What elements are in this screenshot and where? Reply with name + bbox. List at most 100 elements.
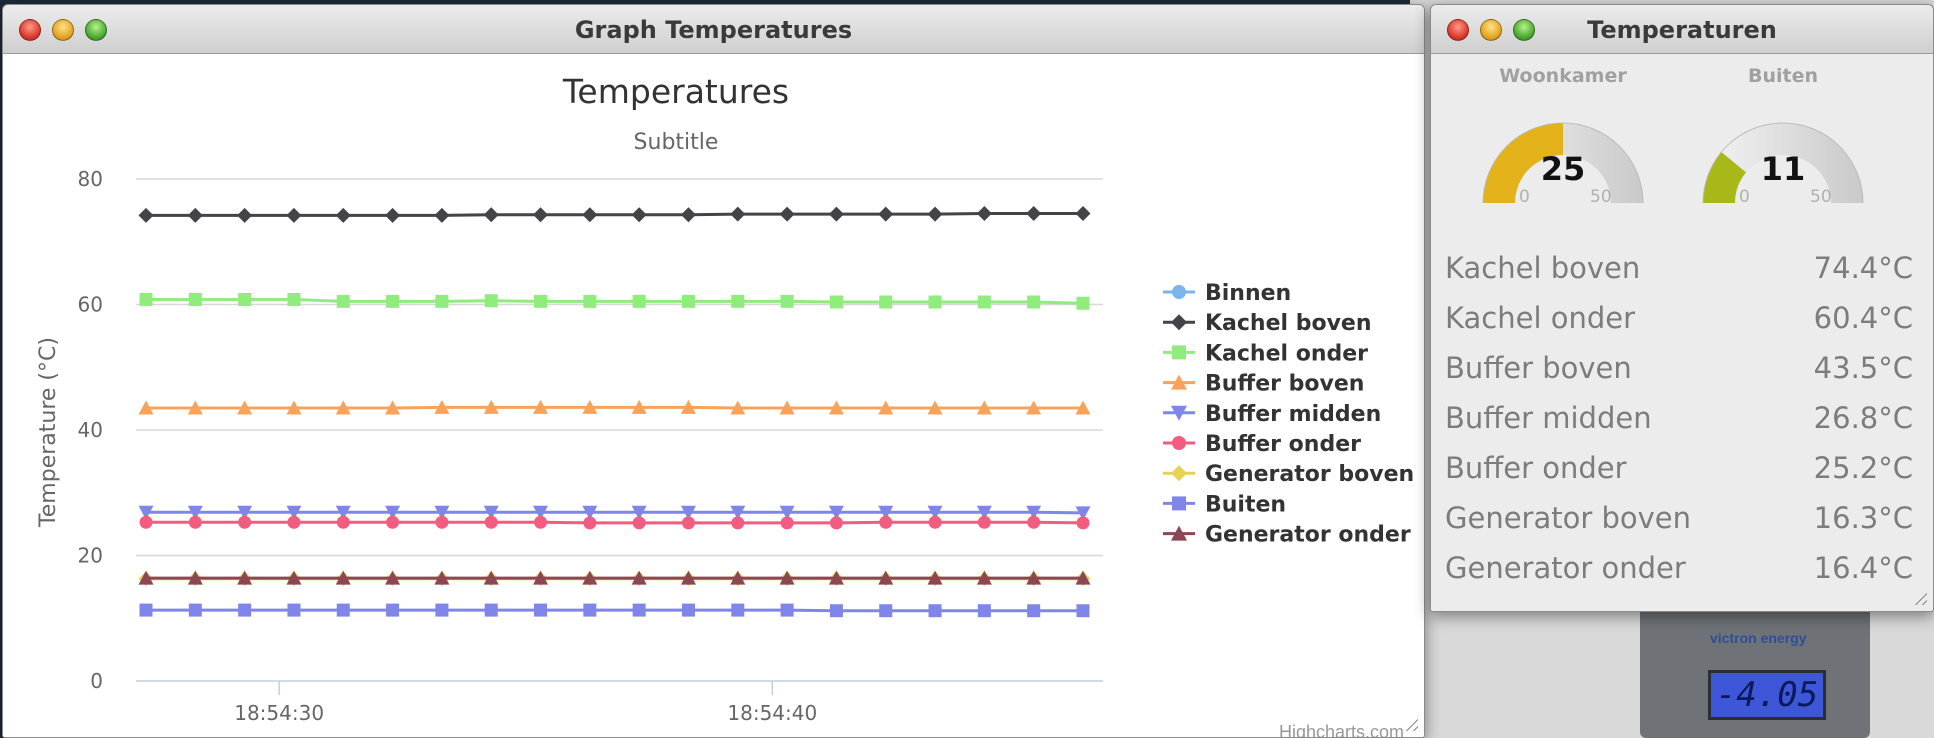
series-line[interactable] <box>146 212 1083 217</box>
legend-symbol[interactable] <box>1172 285 1186 299</box>
legend-label[interactable]: Buffer boven <box>1205 372 1364 397</box>
data-point[interactable] <box>286 207 302 223</box>
legend-symbol[interactable] <box>1172 496 1186 511</box>
data-point[interactable] <box>681 294 695 308</box>
data-point[interactable] <box>386 603 400 617</box>
data-point[interactable] <box>976 206 992 222</box>
data-point[interactable] <box>731 294 745 308</box>
graph-window-titlebar[interactable]: Graph Temperatures <box>3 5 1424 54</box>
data-point[interactable] <box>533 207 549 223</box>
data-point[interactable] <box>386 294 400 308</box>
data-point[interactable] <box>879 515 893 529</box>
legend-item[interactable]: Binnen <box>1163 281 1291 306</box>
series-line[interactable] <box>146 608 1083 613</box>
data-point[interactable] <box>828 206 844 222</box>
legend-item[interactable]: Buiten <box>1163 492 1286 517</box>
data-point[interactable] <box>238 515 252 529</box>
data-point[interactable] <box>583 516 597 530</box>
legend-symbol[interactable] <box>1172 436 1186 450</box>
legend-label[interactable]: Kachel onder <box>1205 341 1368 366</box>
data-point[interactable] <box>977 295 991 309</box>
data-point[interactable] <box>188 603 202 617</box>
legend-item[interactable]: Generator boven <box>1163 462 1414 487</box>
data-point[interactable] <box>139 515 153 529</box>
data-point[interactable] <box>238 292 252 306</box>
data-point[interactable] <box>879 295 893 309</box>
data-point[interactable] <box>977 604 991 618</box>
series-kachel-onder[interactable] <box>139 292 1090 310</box>
data-point[interactable] <box>188 515 202 529</box>
data-point[interactable] <box>632 603 646 617</box>
data-point[interactable] <box>829 295 843 309</box>
data-point[interactable] <box>187 207 203 223</box>
data-point[interactable] <box>385 207 401 223</box>
series-line[interactable] <box>146 297 1084 305</box>
data-point[interactable] <box>583 603 597 617</box>
data-point[interactable] <box>583 294 597 308</box>
legend-item[interactable]: Buffer boven <box>1163 372 1364 397</box>
legend-symbol[interactable] <box>1172 345 1186 360</box>
legend-item[interactable]: Buffer onder <box>1163 432 1361 457</box>
data-point[interactable] <box>928 515 942 529</box>
series-kachel-boven[interactable] <box>138 206 1091 223</box>
data-point[interactable] <box>534 515 548 529</box>
data-point[interactable] <box>336 515 350 529</box>
series-line[interactable] <box>146 510 1084 515</box>
legend-symbol[interactable] <box>1171 465 1187 482</box>
data-point[interactable] <box>188 292 202 306</box>
data-point[interactable] <box>977 515 991 529</box>
data-point[interactable] <box>928 604 942 618</box>
resize-grip[interactable] <box>1911 589 1927 605</box>
data-point[interactable] <box>435 294 449 308</box>
data-point[interactable] <box>238 603 252 617</box>
data-point[interactable] <box>435 515 449 529</box>
legend-item[interactable]: Kachel onder <box>1163 341 1368 366</box>
data-point[interactable] <box>1076 604 1090 618</box>
series-line[interactable] <box>146 405 1083 410</box>
data-point[interactable] <box>829 604 843 618</box>
data-point[interactable] <box>287 292 301 306</box>
data-point[interactable] <box>287 515 301 529</box>
data-point[interactable] <box>632 294 646 308</box>
legend-label[interactable]: Generator boven <box>1205 462 1414 487</box>
data-point[interactable] <box>780 294 794 308</box>
series-buffer-midden[interactable] <box>138 505 1091 521</box>
data-point[interactable] <box>681 516 695 530</box>
data-point[interactable] <box>878 206 894 222</box>
data-point[interactable] <box>287 603 301 617</box>
data-point[interactable] <box>1027 515 1041 529</box>
data-point[interactable] <box>1075 206 1091 222</box>
data-point[interactable] <box>139 292 153 306</box>
legend-symbol[interactable] <box>1171 314 1187 331</box>
data-point[interactable] <box>879 604 893 618</box>
data-point[interactable] <box>780 516 794 530</box>
data-point[interactable] <box>534 294 548 308</box>
data-point[interactable] <box>336 603 350 617</box>
data-point[interactable] <box>335 207 351 223</box>
data-point[interactable] <box>680 207 696 223</box>
data-point[interactable] <box>1026 206 1042 222</box>
data-point[interactable] <box>534 603 548 617</box>
legend-label[interactable]: Buiten <box>1205 492 1286 517</box>
chart-credits[interactable]: Highcharts.com <box>1279 722 1404 737</box>
series-buiten[interactable] <box>139 603 1090 618</box>
data-point[interactable] <box>1027 604 1041 618</box>
data-point[interactable] <box>829 516 843 530</box>
data-point[interactable] <box>780 603 794 617</box>
data-point[interactable] <box>632 516 646 530</box>
legend-item[interactable]: Generator onder <box>1163 523 1411 548</box>
data-point[interactable] <box>1076 296 1090 310</box>
legend-label[interactable]: Binnen <box>1205 281 1291 306</box>
legend-label[interactable]: Generator onder <box>1205 523 1411 548</box>
data-point[interactable] <box>139 603 153 617</box>
data-point[interactable] <box>730 206 746 222</box>
data-point[interactable] <box>731 516 745 530</box>
series-line[interactable] <box>146 520 1084 525</box>
data-point[interactable] <box>927 206 943 222</box>
data-point[interactable] <box>435 603 449 617</box>
data-point[interactable] <box>434 207 450 223</box>
data-point[interactable] <box>1027 295 1041 309</box>
legend-label[interactable]: Kachel boven <box>1205 311 1372 336</box>
legend-item[interactable]: Kachel boven <box>1163 311 1372 336</box>
data-point[interactable] <box>681 603 695 617</box>
